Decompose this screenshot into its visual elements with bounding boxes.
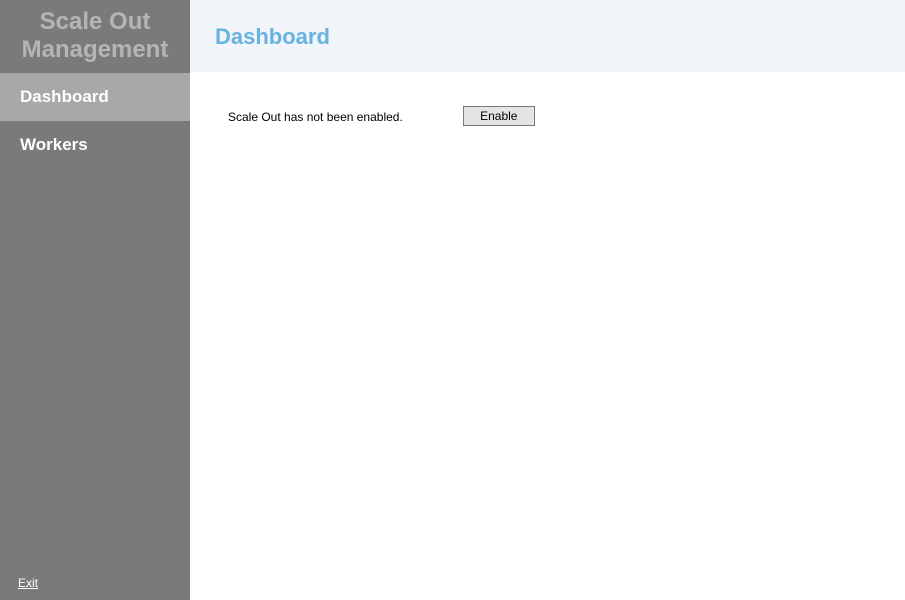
page-title: Dashboard [215, 24, 905, 50]
sidebar-item-workers[interactable]: Workers [0, 121, 190, 169]
exit-link-label: Exit [18, 576, 38, 590]
exit-link[interactable]: Exit [18, 576, 38, 590]
app-title: Scale Out Management [0, 0, 190, 73]
main-area: Dashboard Scale Out has not been enabled… [190, 0, 905, 600]
header: Dashboard [190, 0, 905, 72]
app-title-line1: Scale Out [40, 8, 151, 35]
app-title-line2: Management [22, 36, 169, 63]
sidebar-item-label: Dashboard [20, 87, 109, 106]
sidebar: Scale Out Management Dashboard Workers E… [0, 0, 190, 600]
status-text: Scale Out has not been enabled. [228, 106, 403, 124]
enable-button[interactable]: Enable [463, 106, 535, 126]
content: Scale Out has not been enabled. Enable [190, 72, 905, 126]
sidebar-item-label: Workers [20, 135, 88, 154]
sidebar-item-dashboard[interactable]: Dashboard [0, 73, 190, 121]
